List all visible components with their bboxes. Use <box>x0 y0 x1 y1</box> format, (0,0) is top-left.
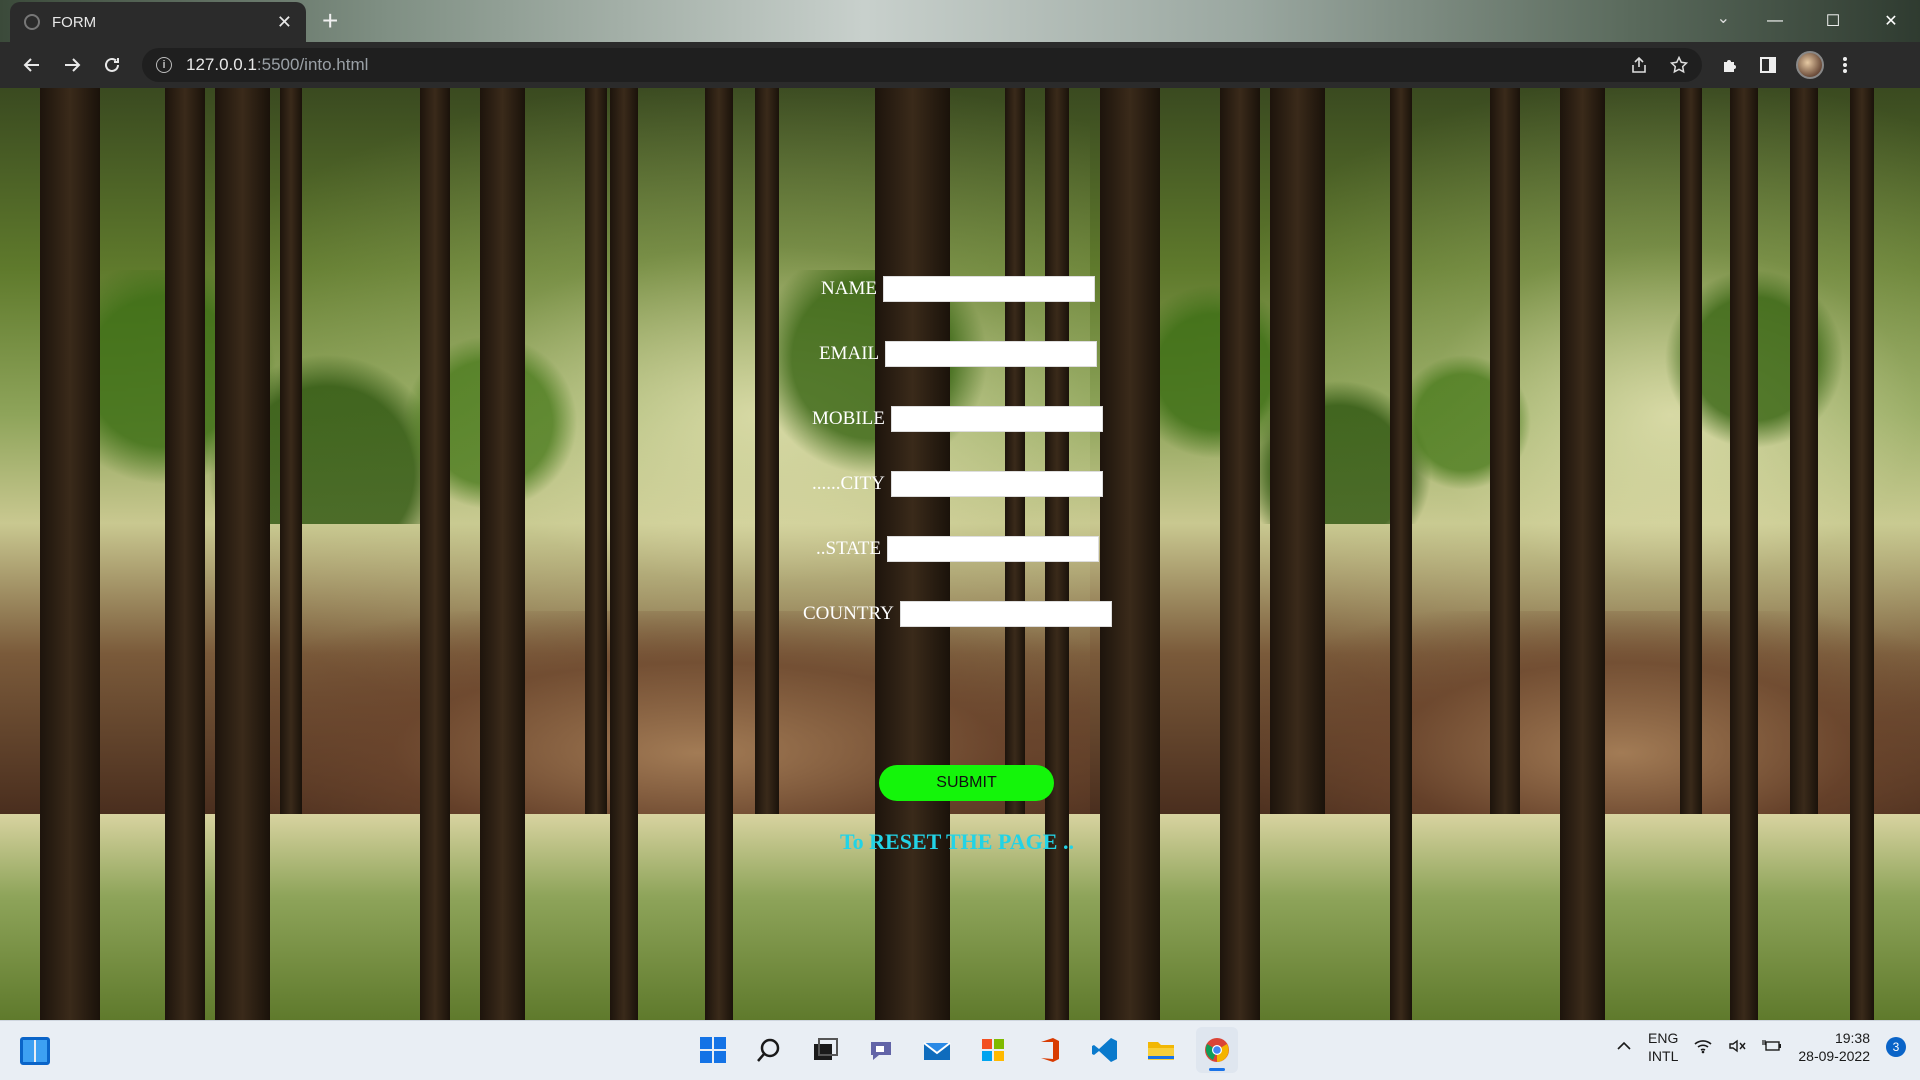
profile-avatar[interactable] <box>1796 51 1824 79</box>
url-host: 127.0.0.1 <box>186 55 257 74</box>
close-window-icon[interactable]: ✕ <box>1862 0 1920 42</box>
city-input[interactable] <box>890 471 1103 497</box>
form-row-city: ......CITY <box>812 471 1103 497</box>
chrome-icon[interactable] <box>1196 1027 1238 1073</box>
vscode-icon[interactable] <box>1084 1027 1126 1073</box>
volume-muted-icon[interactable] <box>1728 1038 1746 1057</box>
browser-titlebar: FORM ✕ + ⌄ — ☐ ✕ <box>0 0 1920 42</box>
form-row-email: EMAIL <box>819 341 1098 367</box>
browser-toolbar: i 127.0.0.1:5500/into.html <box>0 42 1920 88</box>
mobile-input[interactable] <box>890 406 1103 432</box>
tab-search-chevron-icon[interactable]: ⌄ <box>1717 8 1730 28</box>
clock-date: 28-09-2022 <box>1798 1048 1870 1064</box>
office-icon[interactable] <box>1028 1027 1070 1073</box>
wifi-icon[interactable] <box>1694 1038 1712 1057</box>
forward-arrow-icon[interactable] <box>52 45 92 85</box>
site-info-icon[interactable]: i <box>156 57 172 73</box>
browser-tab[interactable]: FORM ✕ <box>10 2 306 42</box>
forest-background-tile <box>1090 814 1920 1020</box>
battery-icon[interactable] <box>1762 1038 1782 1057</box>
new-tab-button[interactable]: + <box>322 5 338 37</box>
loading-favicon-icon <box>24 14 40 30</box>
reset-page-link[interactable]: To RESET THE PAGE .. <box>840 829 1074 855</box>
menu-kebab-icon[interactable] <box>1842 55 1848 75</box>
back-arrow-icon[interactable] <box>12 45 52 85</box>
minimize-icon[interactable]: — <box>1746 0 1804 42</box>
state-label: ..STATE <box>816 538 881 559</box>
form-row-state: ..STATE <box>816 536 1099 562</box>
chevron-up-icon[interactable] <box>1616 1038 1632 1057</box>
windows-start-icon[interactable] <box>692 1027 734 1073</box>
mobile-label: MOBILE <box>812 408 885 429</box>
mail-icon[interactable] <box>916 1027 958 1073</box>
forest-background-tile <box>1090 88 1920 814</box>
close-tab-icon[interactable]: ✕ <box>277 12 292 33</box>
email-label: EMAIL <box>819 343 880 364</box>
language-code: ENG <box>1648 1030 1679 1046</box>
share-icon[interactable] <box>1630 56 1648 74</box>
notification-badge[interactable]: 3 <box>1886 1037 1906 1057</box>
form-row-name: NAME <box>821 276 1095 302</box>
form-row-mobile: MOBILE <box>812 406 1103 432</box>
keyboard-layout: INTL <box>1648 1048 1679 1064</box>
widgets-icon[interactable] <box>20 1037 50 1065</box>
system-clock[interactable]: 19:38 28-09-2022 <box>1798 1029 1870 1065</box>
extensions-puzzle-icon[interactable] <box>1720 55 1740 75</box>
store-icon[interactable] <box>972 1027 1014 1073</box>
page-viewport: NAME EMAIL MOBILE ......CITY ..STATE COU… <box>0 88 1920 1020</box>
windows-taskbar: ENG INTL 19:38 28-09-2022 3 <box>0 1020 1920 1080</box>
chat-icon[interactable] <box>860 1027 902 1073</box>
submit-button[interactable]: SUBMIT <box>879 765 1054 801</box>
tab-title: FORM <box>52 13 97 31</box>
forest-background-tile <box>0 88 1090 814</box>
city-label: ......CITY <box>812 473 885 494</box>
search-icon[interactable] <box>748 1027 790 1073</box>
clock-time: 19:38 <box>1834 1030 1870 1046</box>
name-label: NAME <box>821 278 877 299</box>
country-label: COUNTRY <box>803 603 894 624</box>
task-view-icon[interactable] <box>804 1027 846 1073</box>
language-indicator[interactable]: ENG INTL <box>1648 1029 1678 1065</box>
reload-icon[interactable] <box>92 45 132 85</box>
maximize-icon[interactable]: ☐ <box>1804 0 1862 42</box>
name-input[interactable] <box>882 276 1095 302</box>
email-input[interactable] <box>885 341 1098 367</box>
state-input[interactable] <box>886 536 1099 562</box>
side-panel-icon[interactable] <box>1758 55 1778 75</box>
form-row-country: COUNTRY <box>803 601 1112 627</box>
bookmark-star-icon[interactable] <box>1670 56 1688 74</box>
country-input[interactable] <box>899 601 1112 627</box>
file-explorer-icon[interactable] <box>1140 1027 1182 1073</box>
address-bar[interactable]: i 127.0.0.1:5500/into.html <box>142 48 1702 82</box>
url-path: :5500/into.html <box>256 55 369 74</box>
